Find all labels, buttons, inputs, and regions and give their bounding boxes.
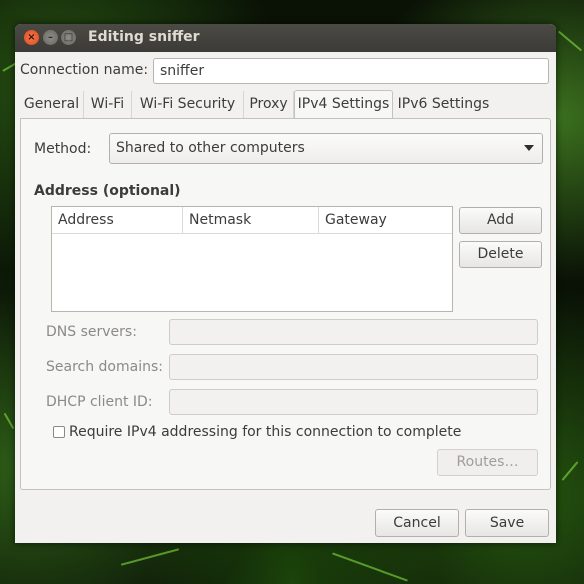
tab-ipv4-settings[interactable]: IPv4 Settings [294, 90, 393, 119]
method-dropdown[interactable]: Shared to other computers [109, 133, 543, 164]
cancel-button[interactable]: Cancel [375, 509, 459, 537]
routes-button[interactable]: Routes… [437, 449, 538, 476]
tab-proxy[interactable]: Proxy [244, 91, 294, 118]
dropdown-arrow-icon [524, 145, 534, 151]
search-domains-field[interactable] [169, 354, 538, 380]
address-heading: Address (optional) [34, 183, 181, 199]
connection-name-field[interactable] [153, 58, 549, 84]
address-table[interactable]: Address Netmask Gateway [51, 206, 453, 312]
wallpaper-streak [120, 548, 180, 566]
minimize-icon[interactable]: – [43, 30, 58, 45]
column-header-address[interactable]: Address [52, 207, 183, 234]
close-icon[interactable]: × [24, 30, 39, 45]
tab-general[interactable]: General [20, 91, 84, 118]
delete-button[interactable]: Delete [459, 241, 542, 268]
editing-connection-dialog: × – □ Editing sniffer Connection name: G… [15, 24, 556, 543]
method-label: Method: [34, 141, 92, 157]
column-header-netmask[interactable]: Netmask [183, 207, 319, 234]
wallpaper-streak [561, 461, 579, 481]
ipv4-settings-panel: Method: Shared to other computers Addres… [20, 118, 551, 490]
column-header-gateway[interactable]: Gateway [319, 207, 452, 234]
tab-ipv6-settings[interactable]: IPv6 Settings [393, 91, 494, 118]
window-title: Editing sniffer [88, 29, 200, 45]
tab-wifi[interactable]: Wi-Fi [84, 91, 132, 118]
require-ipv4-checkbox[interactable] [53, 426, 65, 438]
dns-servers-label: DNS servers: [46, 324, 137, 340]
dns-servers-field[interactable] [169, 319, 538, 345]
require-ipv4-label: Require IPv4 addressing for this connect… [69, 424, 462, 440]
add-button[interactable]: Add [459, 207, 542, 234]
dhcp-client-id-label: DHCP client ID: [46, 394, 153, 410]
dhcp-client-id-field[interactable] [169, 389, 538, 415]
tab-wifi-security[interactable]: Wi-Fi Security [132, 91, 244, 118]
method-value: Shared to other computers [116, 140, 305, 156]
maximize-icon[interactable]: □ [61, 30, 76, 45]
wallpaper-streak [557, 30, 583, 52]
titlebar[interactable]: × – □ Editing sniffer [15, 24, 556, 52]
wallpaper-streak [3, 412, 15, 430]
search-domains-label: Search domains: [46, 359, 163, 375]
wallpaper-streak [332, 552, 408, 582]
connection-name-label: Connection name: [20, 62, 149, 78]
save-button[interactable]: Save [465, 509, 549, 537]
